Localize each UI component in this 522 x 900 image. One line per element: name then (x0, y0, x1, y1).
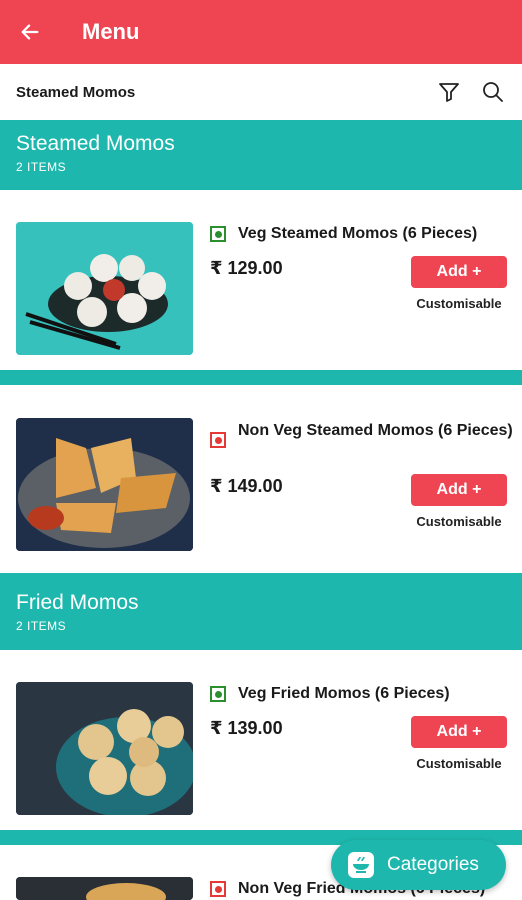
categories-button[interactable]: Categories (331, 840, 506, 890)
customisable-label: Customisable (416, 514, 502, 529)
back-button[interactable] (0, 0, 60, 64)
search-icon (483, 82, 503, 102)
nonveg-indicator-icon (210, 432, 226, 448)
item-image (16, 682, 193, 815)
customisable-label: Customisable (416, 756, 502, 771)
section-count: 2 ITEMS (16, 619, 67, 633)
section-header-steamed: Steamed Momos 2 ITEMS (0, 120, 522, 190)
item-price: ₹ 129.00 (210, 258, 283, 278)
add-button[interactable]: Add + (411, 256, 507, 288)
veg-indicator-icon (210, 226, 226, 242)
section-title: Steamed Momos (16, 132, 175, 155)
item-price: ₹ 139.00 (210, 718, 283, 738)
filter-icon (439, 83, 459, 102)
categories-label: Categories (387, 854, 479, 875)
add-button[interactable]: Add + (411, 474, 507, 506)
item-name: Veg Fried Momos (6 Pieces) (238, 685, 450, 702)
filter-button[interactable] (436, 79, 462, 105)
menu-item[interactable]: Veg Fried Momos (6 Pieces) ₹ 139.00 Add … (0, 650, 522, 830)
section-header-fried: Fried Momos 2 ITEMS (0, 573, 522, 650)
back-arrow-icon (21, 24, 39, 40)
item-image (16, 222, 193, 355)
page-title: Menu (82, 19, 140, 44)
app-bar: Menu (0, 0, 522, 64)
item-name: Non Veg Steamed Momos (6 Pieces) (238, 422, 513, 439)
category-bar: Steamed Momos (0, 64, 522, 120)
menu-item[interactable]: Non Veg Steamed Momos (6 Pieces) ₹ 149.0… (0, 385, 522, 573)
section-count: 2 ITEMS (16, 160, 67, 174)
item-name: Veg Steamed Momos (6 Pieces) (238, 225, 478, 242)
add-button[interactable]: Add + (411, 716, 507, 748)
menu-item[interactable]: Veg Steamed Momos (6 Pieces) ₹ 129.00 Ad… (0, 190, 522, 370)
item-image (16, 418, 193, 551)
customisable-label: Customisable (416, 296, 502, 311)
nonveg-indicator-icon (210, 881, 226, 897)
divider (0, 370, 522, 385)
section-title: Fried Momos (16, 591, 139, 614)
menu-bowl-icon (348, 852, 374, 878)
search-button[interactable] (480, 79, 506, 105)
veg-indicator-icon (210, 686, 226, 702)
current-category-label: Steamed Momos (16, 83, 136, 101)
item-image (16, 877, 193, 900)
item-price: ₹ 149.00 (210, 476, 283, 496)
